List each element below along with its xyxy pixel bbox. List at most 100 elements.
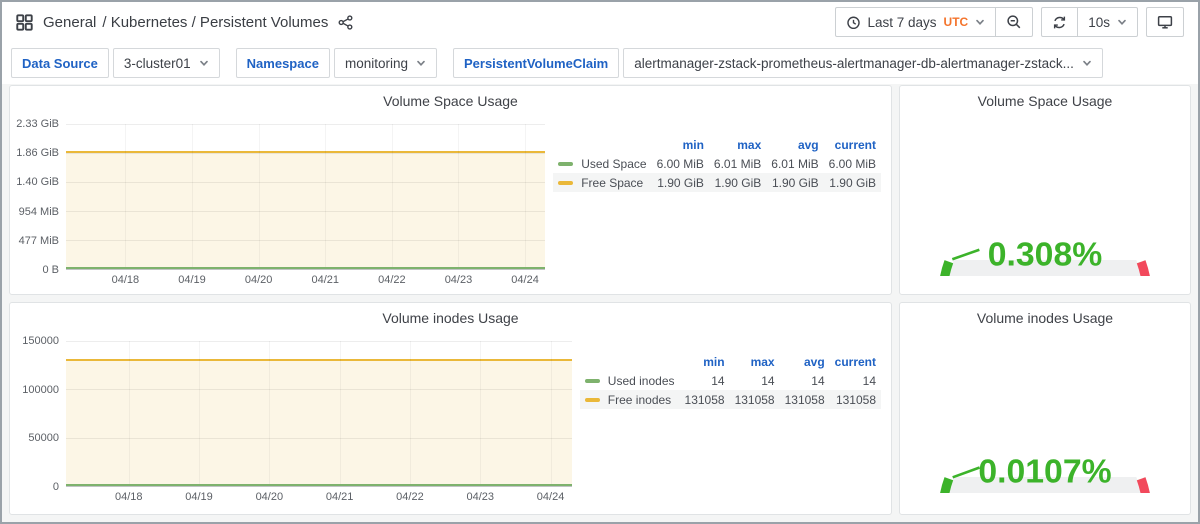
- legend-series-label[interactable]: Used Space: [581, 157, 646, 171]
- x-tick-label: 04/24: [511, 274, 539, 286]
- legend-column-header[interactable]: max: [709, 136, 766, 154]
- legend: minmaxavgcurrentUsed inodes14141414Free …: [580, 353, 881, 409]
- share-alt-icon[interactable]: [338, 15, 353, 30]
- legend-table: minmaxavgcurrentUsed Space6.00 MiB6.01 M…: [545, 116, 883, 270]
- refresh-interval-button[interactable]: 10s: [1077, 7, 1138, 37]
- series-area-free: [66, 151, 545, 269]
- chevron-down-icon: [1082, 60, 1092, 67]
- panel-title[interactable]: Volume inodes Usage: [10, 303, 891, 327]
- legend-column-header[interactable]: max: [730, 353, 780, 371]
- chevron-down-icon: [975, 19, 985, 26]
- gridline-horizontal: [66, 211, 545, 212]
- gridline-vertical: [325, 124, 326, 269]
- legend-stat-value: 131058: [680, 390, 730, 409]
- legend-series-name[interactable]: Used Space: [553, 154, 651, 173]
- variable-value: monitoring: [345, 56, 408, 71]
- timeseries-chart: 2.33 GiB1.86 GiB1.40 GiB954 MiB477 MiB0 …: [16, 116, 545, 270]
- y-tick-label: 477 MiB: [19, 235, 59, 247]
- clock-icon: [846, 15, 861, 30]
- variable-dropdown[interactable]: alertmanager-zstack-prometheus-alertmana…: [623, 48, 1103, 78]
- legend-stat-value: 131058: [730, 390, 780, 409]
- panel-title[interactable]: Volume inodes Usage: [900, 303, 1190, 327]
- legend-stat-value: 1.90 GiB: [709, 173, 766, 192]
- plot-area[interactable]: 04/1804/1904/2004/2104/2204/2304/24: [66, 341, 572, 487]
- gauge-svg: 0.308%: [912, 112, 1178, 276]
- panel-volume-space-usage-graph: Volume Space Usage 2.33 GiB1.86 GiB1.40 …: [9, 85, 892, 295]
- variable-dropdown[interactable]: 3-cluster01: [113, 48, 220, 78]
- variable-label[interactable]: PersistentVolumeClaim: [453, 48, 619, 78]
- legend-column-header[interactable]: min: [652, 136, 709, 154]
- gauge: 0.308%: [900, 110, 1190, 276]
- x-tick-label: 04/19: [178, 274, 206, 286]
- chevron-down-icon: [1117, 19, 1127, 26]
- y-tick-label: 100000: [22, 384, 59, 396]
- legend-stat-value: 6.00 MiB: [652, 154, 709, 173]
- legend-column-header[interactable]: min: [680, 353, 730, 371]
- legend-column-header[interactable]: avg: [780, 353, 830, 371]
- gridline-horizontal: [66, 153, 545, 154]
- chevron-down-icon: [416, 60, 426, 67]
- variable-value: 3-cluster01: [124, 56, 191, 71]
- legend-stat-value: 6.00 MiB: [824, 154, 881, 173]
- panel-title[interactable]: Volume Space Usage: [10, 86, 891, 110]
- series-color-dash: [585, 398, 600, 402]
- plot-area[interactable]: 04/1804/1904/2004/2104/2204/2304/24: [66, 124, 545, 270]
- timezone-label: UTC: [944, 15, 969, 29]
- breadcrumb[interactable]: General / Kubernetes / Persistent Volume…: [43, 14, 328, 31]
- gridline-horizontal: [66, 182, 545, 183]
- legend-row: Used inodes14141414: [580, 371, 881, 390]
- breadcrumb-dashboard[interactable]: / Kubernetes / Persistent Volumes: [102, 14, 328, 31]
- y-axis: 2.33 GiB1.86 GiB1.40 GiB954 MiB477 MiB0 …: [16, 124, 66, 270]
- gridline-horizontal: [66, 341, 572, 342]
- apps-grid-icon[interactable]: [16, 14, 33, 31]
- legend-table: minmaxavgcurrentUsed inodes14141414Free …: [572, 333, 883, 487]
- legend-stat-value: 14: [680, 371, 730, 390]
- legend-series-label[interactable]: Used inodes: [608, 374, 675, 388]
- legend-series-name[interactable]: Free Space: [553, 173, 651, 192]
- gridline-vertical: [199, 341, 200, 486]
- gauge-value: 0.0107%: [978, 453, 1111, 491]
- refresh-button[interactable]: [1041, 7, 1078, 37]
- legend-series-label[interactable]: Free inodes: [608, 393, 671, 407]
- legend-series-label[interactable]: Free Space: [581, 176, 643, 190]
- variables-row: Data Source 3-cluster01 Namespace monitorin…: [2, 42, 1198, 84]
- variable-value: alertmanager-zstack-prometheus-alertmana…: [634, 56, 1074, 71]
- y-tick-label: 1.86 GiB: [16, 147, 59, 159]
- y-tick-label: 0 B: [42, 264, 59, 276]
- gridline-horizontal: [66, 486, 572, 487]
- panel-title[interactable]: Volume Space Usage: [900, 86, 1190, 110]
- legend-series-name[interactable]: Used inodes: [580, 371, 680, 390]
- legend-column-header[interactable]: avg: [766, 136, 823, 154]
- legend-column-header[interactable]: current: [824, 136, 881, 154]
- gauge-svg: 0.0107%: [912, 329, 1178, 493]
- breadcrumb-folder[interactable]: General: [43, 14, 96, 31]
- legend-column-header[interactable]: current: [830, 353, 881, 371]
- gridline-vertical: [458, 124, 459, 269]
- gridline-horizontal: [66, 240, 545, 241]
- legend-stat-value: 131058: [830, 390, 881, 409]
- dashboard-header: General / Kubernetes / Persistent Volume…: [2, 2, 1198, 42]
- gridline-vertical: [392, 124, 393, 269]
- series-color-dash: [558, 162, 573, 166]
- gridline-vertical: [269, 341, 270, 486]
- legend-series-name[interactable]: Free inodes: [580, 390, 680, 409]
- time-zoom-out-button[interactable]: [995, 7, 1033, 37]
- x-tick-label: 04/18: [115, 491, 143, 503]
- series-color-dash: [585, 379, 600, 383]
- x-tick-label: 04/19: [185, 491, 213, 503]
- x-tick-label: 04/20: [245, 274, 273, 286]
- variable-label[interactable]: Namespace: [236, 48, 330, 78]
- legend-row: Free inodes131058131058131058131058: [580, 390, 881, 409]
- x-tick-label: 04/23: [445, 274, 473, 286]
- legend-stat-value: 131058: [780, 390, 830, 409]
- variable-dropdown[interactable]: monitoring: [334, 48, 437, 78]
- legend-stat-value: 6.01 MiB: [709, 154, 766, 173]
- series-line-used: [66, 484, 572, 486]
- gridline-vertical: [192, 124, 193, 269]
- cycle-view-button[interactable]: [1146, 7, 1184, 37]
- gridline-vertical: [129, 341, 130, 486]
- sync-icon: [1052, 15, 1067, 30]
- x-tick-label: 04/22: [378, 274, 406, 286]
- variable-label[interactable]: Data Source: [11, 48, 109, 78]
- time-range-button[interactable]: Last 7 days UTC: [835, 7, 997, 37]
